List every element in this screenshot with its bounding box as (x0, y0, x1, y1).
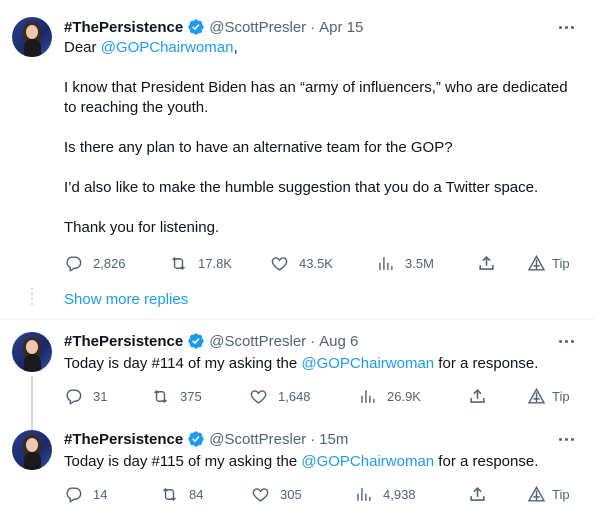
tweet-text: Dear @GOPChairwoman, I know that Preside… (64, 38, 574, 258)
tweet-actions: 14 84 305 4,938 Tip (64, 484, 584, 504)
tip-button[interactable]: Tip (527, 484, 570, 504)
tip-label: Tip (552, 388, 570, 404)
views-count: 3.5M (405, 255, 434, 271)
retweet-count: 17.8K (198, 255, 232, 271)
separator: · (310, 430, 316, 448)
more-icon[interactable] (556, 331, 576, 351)
tip-button[interactable]: Tip (527, 386, 570, 406)
like-count: 305 (280, 486, 302, 502)
reply-button[interactable]: 31 (64, 386, 107, 406)
retweet-count: 84 (189, 486, 204, 502)
views-button[interactable]: 3.5M (376, 253, 434, 273)
handle[interactable]: @ScottPresler (209, 19, 306, 36)
separator: · (310, 18, 316, 36)
avatar[interactable] (12, 430, 52, 470)
verified-badge-icon (187, 332, 205, 350)
retweet-icon (163, 487, 176, 501)
tweet-paragraph: Thank you for listening. (64, 219, 220, 236)
tweet-header: #ThePersistence @ScottPresler · 15m (64, 429, 348, 449)
retweet-button[interactable]: 17.8K (169, 253, 232, 273)
mention-link[interactable]: @GOPChairwoman (301, 453, 434, 470)
timestamp[interactable]: Aug 6 (319, 333, 358, 350)
avatar[interactable] (12, 17, 52, 57)
share-icon (479, 255, 494, 270)
reply-button[interactable]: 14 (64, 484, 107, 504)
handle[interactable]: @ScottPresler (209, 333, 306, 350)
tip-label: Tip (552, 255, 570, 271)
mention-link[interactable]: @GOPChairwoman (101, 39, 234, 56)
more-icon[interactable] (556, 429, 576, 449)
tweet-paragraph: Is there any plan to have an alternative… (64, 139, 453, 156)
tweet-paragraph: I know that President Biden has an “army… (64, 79, 568, 116)
like-button[interactable]: 1,648 (249, 386, 311, 406)
views-button[interactable]: 26.9K (358, 386, 421, 406)
share-button[interactable] (468, 484, 487, 504)
verified-badge-icon (187, 18, 205, 36)
handle[interactable]: @ScottPresler (209, 431, 306, 448)
reply-icon (66, 486, 82, 503)
show-more-replies-link[interactable]: Show more replies (64, 291, 188, 308)
timestamp[interactable]: Apr 15 (319, 19, 363, 36)
tweet-header: #ThePersistence @ScottPresler · Apr 15 (64, 17, 363, 37)
reply-count: 2,826 (93, 255, 126, 271)
display-name[interactable]: #ThePersistence (64, 431, 183, 448)
tweet-actions: 31 375 1,648 26.9K Tip (64, 386, 584, 406)
share-icon (470, 486, 485, 501)
tip-button[interactable]: Tip (527, 253, 570, 273)
like-icon (252, 487, 269, 502)
reply-button[interactable]: 2,826 (64, 253, 126, 273)
retweet-button[interactable]: 375 (151, 386, 202, 406)
tip-label: Tip (552, 486, 570, 502)
tweet-actions: 2,826 17.8K 43.5K 3.5M Tip (64, 253, 584, 273)
display-name[interactable]: #ThePersistence (64, 19, 183, 36)
tip-icon (527, 387, 546, 404)
avatar[interactable] (12, 332, 52, 372)
more-icon[interactable] (556, 17, 576, 37)
like-button[interactable]: 305 (251, 484, 302, 504)
reply-icon (66, 255, 82, 272)
share-button[interactable] (477, 253, 496, 273)
views-icon (357, 487, 371, 501)
retweet-icon (172, 256, 185, 270)
timestamp[interactable]: 15m (319, 431, 348, 448)
retweet-icon (154, 389, 167, 403)
tweet-paragraph: I’d also like to make the humble suggest… (64, 179, 539, 196)
tweet-paragraph: Dear @GOPChairwoman, (64, 39, 238, 56)
share-icon (470, 388, 485, 403)
tweet-paragraph: Today is day #114 of my asking the @GOPC… (64, 355, 539, 372)
tweet-header: #ThePersistence @ScottPresler · Aug 6 (64, 331, 358, 351)
thread-line (31, 376, 33, 418)
like-count: 43.5K (299, 255, 333, 271)
display-name[interactable]: #ThePersistence (64, 333, 183, 350)
tip-icon (527, 485, 546, 502)
views-count: 4,938 (383, 486, 416, 502)
verified-badge-icon (187, 430, 205, 448)
like-icon (271, 256, 288, 271)
thread-line (31, 418, 33, 430)
tweet-1[interactable]: #ThePersistence @ScottPresler · Apr 15 D… (0, 0, 594, 290)
reply-count: 14 (93, 486, 108, 502)
separator: · (310, 332, 316, 350)
retweet-count: 375 (180, 388, 202, 404)
views-icon (379, 256, 393, 270)
like-icon (250, 389, 267, 404)
views-button[interactable]: 4,938 (354, 484, 416, 504)
mention-link[interactable]: @GOPChairwoman (301, 355, 434, 372)
tip-icon (527, 254, 546, 271)
tweet-2[interactable]: #ThePersistence @ScottPresler · Aug 6 To… (0, 320, 594, 418)
thread-connector (31, 288, 33, 308)
reply-count: 31 (93, 388, 108, 404)
views-count: 26.9K (387, 388, 421, 404)
tweet-3[interactable]: #ThePersistence @ScottPresler · 15m Toda… (0, 418, 594, 519)
like-count: 1,648 (278, 388, 311, 404)
reply-icon (66, 388, 82, 405)
like-button[interactable]: 43.5K (270, 253, 333, 273)
share-button[interactable] (468, 386, 487, 406)
views-icon (361, 389, 375, 403)
retweet-button[interactable]: 84 (160, 484, 203, 504)
tweet-paragraph: Today is day #115 of my asking the @GOPC… (64, 453, 539, 470)
